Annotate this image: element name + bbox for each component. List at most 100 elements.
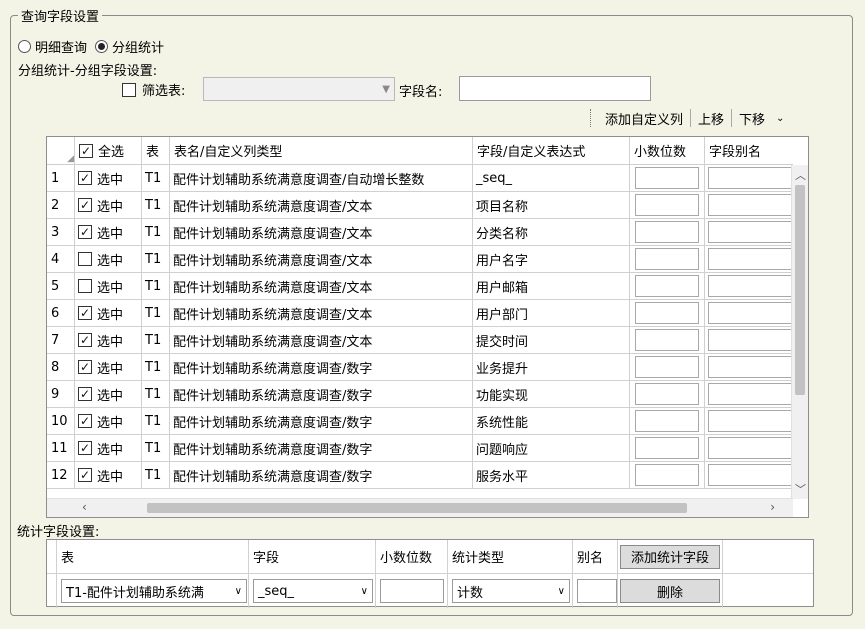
row-decimals-input[interactable] [635, 437, 699, 459]
row-decimals-input[interactable] [635, 464, 699, 486]
row-select-checkbox[interactable] [78, 333, 92, 347]
scroll-right-icon[interactable]: › [770, 500, 775, 514]
table-row[interactable]: 1 选中 T1 配件计划辅助系统满意度调查/自动增长整数 _seq_ [47, 165, 793, 192]
row-select-cell[interactable]: 选中 [75, 192, 142, 218]
table-row[interactable]: 7 选中 T1 配件计划辅助系统满意度调查/文本 提交时间 [47, 327, 793, 354]
row-select-checkbox[interactable] [78, 468, 92, 482]
row-field-expr[interactable]: 业务提升 [473, 354, 630, 380]
table-row[interactable]: 12 选中 T1 配件计划辅助系统满意度调查/数字 服务水平 [47, 462, 793, 489]
row-decimals-input[interactable] [635, 329, 699, 351]
toolbar-overflow-icon[interactable]: ⌄ [770, 113, 784, 124]
row-alias-input[interactable] [708, 275, 793, 297]
row-decimals-input[interactable] [635, 356, 699, 378]
row-alias-input[interactable] [708, 383, 793, 405]
row-field-expr[interactable]: 用户名字 [473, 246, 630, 272]
delete-stat-button[interactable]: 删除 [620, 579, 720, 603]
stats-alias-input[interactable] [577, 579, 617, 603]
stats-type-combo[interactable]: 计数 ∨ [452, 579, 570, 603]
row-field-expr[interactable]: 提交时间 [473, 327, 630, 353]
row-field-expr[interactable]: 项目名称 [473, 192, 630, 218]
row-alias-input[interactable] [708, 329, 793, 351]
add-stat-field-button[interactable]: 添加统计字段 [620, 544, 720, 569]
row-select-cell[interactable]: 选中 [75, 381, 142, 407]
header-select-all[interactable]: 全选 [75, 137, 142, 164]
row-select-cell[interactable]: 选中 [75, 408, 142, 434]
move-up-button[interactable]: 上移 [693, 109, 729, 128]
row-field-expr[interactable]: 问题响应 [473, 435, 630, 461]
table-row[interactable]: 10 选中 T1 配件计划辅助系统满意度调查/数字 系统性能 [47, 408, 793, 435]
row-select-checkbox[interactable] [78, 252, 92, 266]
table-row[interactable]: 6 选中 T1 配件计划辅助系统满意度调查/文本 用户部门 [47, 300, 793, 327]
row-alias-input[interactable] [708, 410, 793, 432]
row-field-expr[interactable]: _seq_ [473, 165, 630, 191]
row-field-expr[interactable]: 用户部门 [473, 300, 630, 326]
row-alias-input[interactable] [708, 167, 793, 189]
row-decimals-input[interactable] [635, 302, 699, 324]
row-select-cell[interactable]: 选中 [75, 327, 142, 353]
stats-table-combo[interactable]: T1-配件计划辅助系统满 ∨ [61, 579, 247, 603]
row-select-cell[interactable]: 选中 [75, 300, 142, 326]
row-select-cell[interactable]: 选中 [75, 165, 142, 191]
group-stats-label[interactable]: 分组统计 [112, 37, 164, 56]
table-row[interactable]: 3 选中 T1 配件计划辅助系统满意度调查/文本 分类名称 [47, 219, 793, 246]
row-select-checkbox[interactable] [78, 198, 92, 212]
row-select-cell[interactable]: 选中 [75, 435, 142, 461]
filter-table-checkbox[interactable] [122, 82, 136, 97]
add-custom-column-button[interactable]: 添加自定义列 [600, 109, 688, 128]
table-row[interactable]: 5 选中 T1 配件计划辅助系统满意度调查/文本 用户邮箱 [47, 273, 793, 300]
table-row[interactable]: 2 选中 T1 配件计划辅助系统满意度调查/文本 项目名称 [47, 192, 793, 219]
row-select-checkbox[interactable] [78, 441, 92, 455]
table-row[interactable]: 8 选中 T1 配件计划辅助系统满意度调查/数字 业务提升 [47, 354, 793, 381]
row-alias-input[interactable] [708, 248, 793, 270]
row-select-cell[interactable]: 选中 [75, 462, 142, 488]
row-decimals-input[interactable] [635, 194, 699, 216]
row-decimals-input[interactable] [635, 248, 699, 270]
select-all-checkbox[interactable] [79, 143, 93, 158]
grid-vertical-scrollbar[interactable]: ︿ ﹀ [791, 165, 808, 499]
scroll-down-icon[interactable]: ﹀ [792, 481, 808, 497]
row-decimals-input[interactable] [635, 410, 699, 432]
row-alias-input[interactable] [708, 437, 793, 459]
row-field-expr[interactable]: 用户邮箱 [473, 273, 630, 299]
row-select-cell[interactable]: 选中 [75, 246, 142, 272]
row-alias-input[interactable] [708, 221, 793, 243]
row-alias-input[interactable] [708, 464, 793, 486]
row-alias-input[interactable] [708, 194, 793, 216]
horizontal-scroll-thumb[interactable] [147, 503, 687, 513]
toolbar-grip[interactable] [590, 109, 596, 127]
grid-horizontal-scrollbar[interactable]: ‹ › [47, 498, 793, 517]
row-field-expr[interactable]: 功能实现 [473, 381, 630, 407]
row-alias-input[interactable] [708, 356, 793, 378]
scroll-up-icon[interactable]: ︿ [792, 167, 808, 183]
row-decimals-input[interactable] [635, 383, 699, 405]
row-decimals-input[interactable] [635, 167, 699, 189]
table-row[interactable]: 11 选中 T1 配件计划辅助系统满意度调查/数字 问题响应 [47, 435, 793, 462]
row-select-checkbox[interactable] [78, 360, 92, 374]
row-select-checkbox[interactable] [78, 306, 92, 320]
detail-query-label[interactable]: 明细查询 [35, 37, 87, 56]
row-decimals-input[interactable] [635, 221, 699, 243]
row-select-checkbox[interactable] [78, 414, 92, 428]
row-select-checkbox[interactable] [78, 225, 92, 239]
stats-field-combo[interactable]: _seq_ ∨ [253, 579, 373, 603]
row-alias-input[interactable] [708, 302, 793, 324]
field-name-input[interactable] [459, 76, 651, 101]
row-select-cell[interactable]: 选中 [75, 273, 142, 299]
vertical-scroll-thumb[interactable] [795, 185, 805, 395]
row-field-expr[interactable]: 系统性能 [473, 408, 630, 434]
row-field-expr[interactable]: 服务水平 [473, 462, 630, 488]
row-select-cell[interactable]: 选中 [75, 354, 142, 380]
row-decimals-input[interactable] [635, 275, 699, 297]
row-select-checkbox[interactable] [78, 279, 92, 293]
move-down-button[interactable]: 下移 [734, 109, 770, 128]
scroll-left-icon[interactable]: ‹ [82, 500, 87, 514]
table-row[interactable]: 9 选中 T1 配件计划辅助系统满意度调查/数字 功能实现 [47, 381, 793, 408]
stats-decimals-input[interactable] [380, 579, 444, 603]
detail-query-radio[interactable] [18, 40, 31, 53]
row-select-checkbox[interactable] [78, 171, 92, 185]
filter-table-combo[interactable]: ▼ [203, 77, 395, 101]
group-stats-radio[interactable] [95, 40, 109, 53]
table-row[interactable]: 4 选中 T1 配件计划辅助系统满意度调查/文本 用户名字 [47, 246, 793, 273]
row-select-cell[interactable]: 选中 [75, 219, 142, 245]
row-field-expr[interactable]: 分类名称 [473, 219, 630, 245]
